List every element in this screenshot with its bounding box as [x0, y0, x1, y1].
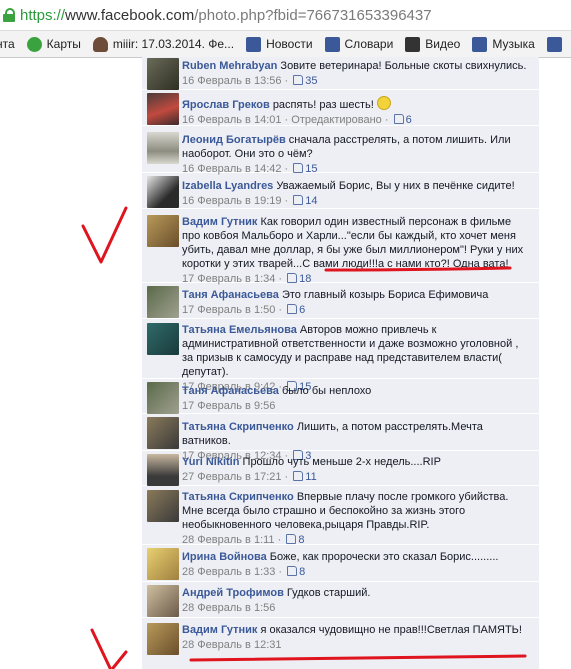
comment-meta: 28 Февраль в 1:33 · 8 — [182, 566, 306, 578]
comment-meta: 17 Февраль в 9:56 — [182, 400, 276, 412]
url-text[interactable]: https://www.facebook.com/photo.php?fbid=… — [20, 7, 432, 24]
maps-icon — [26, 36, 42, 52]
comment-item: Izabella Lyandres Уважаемый Борис, Вы у … — [142, 173, 539, 209]
comment-item: Таня Афанасьева было бы неплохо 17 Февра… — [142, 379, 539, 414]
avatar[interactable] — [147, 490, 179, 522]
comment-text: Это главный козырь Бориса Ефимовича — [281, 289, 489, 301]
comment-author[interactable]: Татьяна Скрипченко — [182, 491, 294, 503]
comment-text: Прошло чуть меньше 2-х недель....RIP — [242, 456, 441, 468]
comment-meta: 16 Февраль в 14:01 · Отредактировано · 6 — [182, 114, 412, 126]
avatar[interactable] — [147, 585, 179, 617]
avatar[interactable] — [147, 93, 179, 125]
lock-icon — [3, 8, 15, 22]
avatar[interactable] — [147, 58, 179, 90]
comment-item: Yuri Nikitin Прошло чуть меньше 2-х неде… — [142, 451, 539, 486]
comment-meta: 17 Февраль в 1:50 · 6 — [182, 304, 306, 316]
like-icon[interactable] — [287, 566, 298, 576]
like-icon[interactable] — [293, 163, 304, 173]
like-icon[interactable] — [286, 534, 297, 544]
comment-author[interactable]: Yuri Nikitin — [182, 456, 239, 468]
avatar[interactable] — [147, 382, 179, 414]
comment-author[interactable]: Ирина Войнова — [182, 551, 267, 563]
avatar[interactable] — [147, 623, 179, 655]
comment-meta: 28 Февраль в 12:31 — [182, 639, 282, 651]
comment-item: Татьяна Скрипченко Впервые плачу после г… — [142, 486, 539, 546]
comment-author[interactable]: Таня Афанасьева — [182, 289, 279, 301]
comment-text: я оказался чудовищно не прав!!!Светлая П… — [260, 624, 522, 636]
smiley-emoticon-icon — [376, 96, 391, 110]
comment-author[interactable]: Татьяна Скрипченко — [182, 421, 294, 433]
comment-author[interactable]: Вадим Гутник — [182, 216, 257, 228]
bookmark-partial[interactable]: нта — [0, 37, 15, 51]
bookmark-video[interactable]: Видео — [405, 36, 460, 52]
comment-text: Гудков старший. — [286, 587, 371, 599]
comment-text: Зовите ветеринара! Больные скоты свихнул… — [280, 60, 527, 72]
comment-item: Вадим Гутник Как говорил один известный … — [142, 209, 539, 285]
comments-list: Ruben Mehrabyan Зовите ветеринара! Больн… — [142, 57, 539, 669]
checkmark-annotation-2 — [90, 628, 128, 669]
comment-text: распять! раз шесть! — [272, 99, 374, 111]
address-bar[interactable]: https://www.facebook.com/photo.php?fbid=… — [0, 0, 571, 31]
comment-item: Татьяна Емельянова Авторов можно привлеч… — [142, 319, 539, 393]
like-icon[interactable] — [293, 471, 304, 481]
comment-meta: 16 Февраль в 19:19 · 14 — [182, 195, 318, 207]
avatar[interactable] — [147, 176, 179, 208]
comment-text: Боже, как пророчески это сказал Борис...… — [269, 551, 499, 563]
comment-item: Вадим Гутник я оказался чудовищно не пра… — [142, 618, 539, 669]
comment-text: было бы неплохо — [281, 385, 372, 397]
like-icon[interactable] — [293, 75, 304, 85]
video-icon — [405, 36, 421, 52]
comment-author[interactable]: Izabella Lyandres — [182, 180, 273, 192]
comment-meta: 27 Февраль в 17:21 · 11 — [182, 471, 317, 483]
comment-author[interactable]: Ruben Mehrabyan — [182, 60, 277, 72]
like-icon[interactable] — [393, 114, 404, 124]
bookmark-dictionaries[interactable]: Словари — [324, 36, 393, 52]
avatar[interactable] — [147, 417, 179, 449]
like-icon[interactable] — [293, 195, 304, 205]
like-icon[interactable] — [287, 273, 298, 283]
bookmark-music[interactable]: Музыка — [472, 36, 535, 52]
comment-author[interactable]: Андрей Трофимов — [182, 587, 284, 599]
bookmark-maps[interactable]: Карты — [26, 36, 81, 52]
avatar[interactable] — [147, 215, 179, 247]
comment-meta: 28 Февраль в 1:56 — [182, 602, 276, 614]
comment-item: Татьяна Скрипченко Лишить, а потом расст… — [142, 414, 539, 462]
dictionary-icon — [324, 36, 340, 52]
news-icon — [246, 36, 262, 52]
comment-item: Ирина Войнова Боже, как пророчески это с… — [142, 545, 539, 582]
comment-meta: 16 Февраль в 13:56 · 35 — [182, 75, 318, 87]
avatar[interactable] — [147, 132, 179, 164]
checkmark-annotation-1 — [81, 206, 128, 264]
comment-author[interactable]: Леонид Богатырёв — [182, 134, 286, 146]
comment-item: Андрей Трофимов Гудков старший. 28 Февра… — [142, 582, 539, 618]
avatar[interactable] — [147, 323, 179, 355]
bookmark-miiir[interactable]: miiir: 17.03.2014. Фе... — [92, 36, 234, 52]
bookmark-news[interactable]: Новости — [246, 36, 313, 52]
bookmark-mail[interactable] — [546, 36, 567, 52]
avatar[interactable] — [147, 548, 179, 580]
music-icon — [472, 36, 488, 52]
comment-text: Уважаемый Борис, Вы у них в печёнке сиди… — [276, 180, 515, 192]
comment-item: Ярослав Греков распять! раз шесть! 16 Фе… — [142, 90, 539, 126]
user-icon — [92, 36, 108, 52]
comment-author[interactable]: Ярослав Греков — [182, 99, 270, 111]
mail-icon — [546, 36, 562, 52]
avatar[interactable] — [147, 454, 179, 486]
comment-item: Таня Афанасьева Это главный козырь Борис… — [142, 283, 539, 319]
comment-author[interactable]: Татьяна Емельянова — [182, 324, 297, 336]
comment-item: Ruben Mehrabyan Зовите ветеринара! Больн… — [142, 57, 539, 90]
like-icon[interactable] — [287, 304, 298, 314]
avatar[interactable] — [147, 286, 179, 318]
comment-author[interactable]: Таня Афанасьева — [182, 385, 279, 397]
bookmarks-bar: нта Карты miiir: 17.03.2014. Фе... Новос… — [0, 31, 571, 58]
comment-item: Леонид Богатырёв сначала расстрелять, а … — [142, 126, 539, 175]
comment-author[interactable]: Вадим Гутник — [182, 624, 257, 636]
